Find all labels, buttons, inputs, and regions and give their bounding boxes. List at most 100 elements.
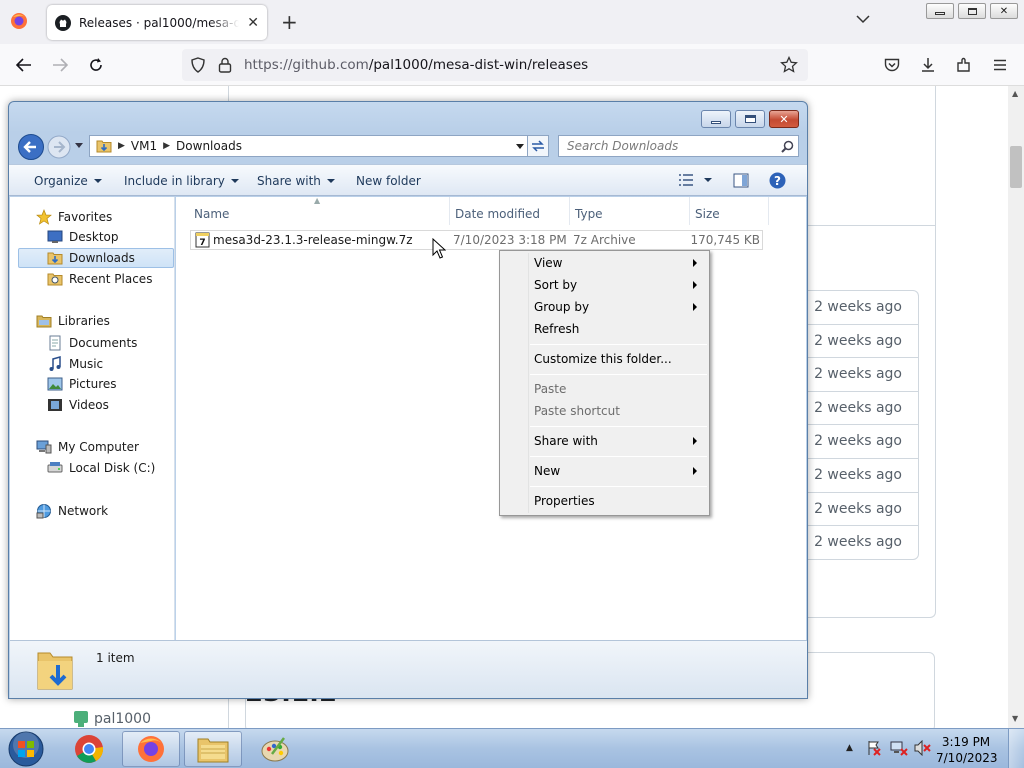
menu-sort-by[interactable]: Sort by bbox=[534, 278, 577, 292]
reload-icon[interactable] bbox=[84, 53, 108, 77]
downloads-icon[interactable] bbox=[916, 53, 940, 77]
page-scrollbar[interactable]: ▲ ▼ bbox=[1008, 86, 1024, 728]
search-icon[interactable] bbox=[781, 140, 794, 153]
nav-local-disk[interactable]: Local Disk (C:) bbox=[47, 461, 155, 475]
nav-recent-places[interactable]: Recent Places bbox=[47, 272, 152, 286]
restore-browser-button[interactable] bbox=[958, 3, 986, 19]
action-center-flag-icon[interactable] bbox=[866, 740, 882, 756]
refresh-button[interactable] bbox=[527, 135, 549, 157]
nav-network[interactable]: Network bbox=[36, 503, 108, 519]
address-dropdown-icon[interactable] bbox=[516, 144, 524, 149]
help-icon[interactable]: ? bbox=[769, 172, 786, 189]
tracking-shield-icon[interactable] bbox=[190, 57, 206, 73]
menu-share-with[interactable]: Share with bbox=[534, 434, 598, 448]
nav-pictures[interactable]: Pictures bbox=[47, 377, 117, 391]
new-tab-plus-icon[interactable]: + bbox=[281, 12, 298, 32]
list-tabs-chevron-icon[interactable] bbox=[856, 14, 870, 24]
menu-view-label: View bbox=[534, 256, 563, 270]
column-separator[interactable] bbox=[449, 197, 450, 225]
menu-view[interactable]: View bbox=[534, 256, 562, 270]
volume-muted-icon[interactable] bbox=[914, 740, 932, 756]
file-row[interactable]: 7 mesa3d-23.1.3-release-mingw.7z 7/10/20… bbox=[190, 230, 763, 250]
extensions-icon[interactable] bbox=[952, 53, 976, 77]
menu-properties[interactable]: Properties bbox=[534, 494, 595, 508]
taskbar-explorer[interactable] bbox=[184, 731, 242, 767]
back-arrow-icon[interactable] bbox=[17, 133, 45, 161]
desktop-icon bbox=[47, 230, 63, 244]
close-window-button[interactable]: ✕ bbox=[769, 110, 799, 128]
nav-libraries[interactable]: Libraries bbox=[36, 314, 110, 328]
network-status-icon[interactable] bbox=[890, 740, 908, 756]
start-orb-icon[interactable] bbox=[6, 730, 46, 768]
new-folder-button[interactable]: New folder bbox=[356, 174, 421, 188]
taskbar-chrome[interactable] bbox=[60, 731, 118, 767]
scroll-down-arrow-icon[interactable]: ▼ bbox=[1012, 714, 1018, 723]
search-input[interactable]: Search Downloads bbox=[558, 135, 799, 157]
tab-title: Releases · pal1000/mesa-dist-win bbox=[79, 15, 240, 30]
include-in-library-button[interactable]: Include in library bbox=[124, 174, 239, 188]
nav-pictures-label: Pictures bbox=[69, 377, 117, 391]
breadcrumb-downloads[interactable]: Downloads bbox=[176, 139, 242, 153]
pocket-icon[interactable] bbox=[880, 53, 904, 77]
show-hidden-icons-arrow-icon[interactable]: ▲ bbox=[846, 743, 853, 753]
share-with-button[interactable]: Share with bbox=[257, 174, 335, 188]
bookmark-star-icon[interactable] bbox=[780, 56, 798, 74]
column-header-date[interactable]: Date modified bbox=[455, 207, 540, 221]
organize-button[interactable]: Organize bbox=[34, 174, 102, 188]
column-header-name[interactable]: Name bbox=[194, 207, 229, 221]
nav-desktop[interactable]: Desktop bbox=[47, 230, 119, 244]
taskbar-paint[interactable] bbox=[246, 731, 304, 767]
github-favicon-icon bbox=[55, 14, 71, 31]
column-separator[interactable] bbox=[768, 197, 769, 225]
menu-hamburger-icon[interactable] bbox=[988, 53, 1012, 77]
url-bar[interactable]: https://github.com/pal1000/mesa-dist-win… bbox=[182, 49, 808, 81]
firefox-logo-icon[interactable] bbox=[10, 12, 28, 30]
column-separator[interactable] bbox=[689, 197, 690, 225]
taskbar-firefox[interactable] bbox=[122, 731, 180, 767]
new-folder-label: New folder bbox=[356, 174, 421, 188]
nav-my-computer[interactable]: My Computer bbox=[36, 440, 139, 454]
menu-group-by[interactable]: Group by bbox=[534, 300, 589, 314]
nav-music[interactable]: Music bbox=[47, 356, 103, 372]
archive-file-icon: 7 bbox=[195, 232, 210, 248]
nav-favorites[interactable]: Favorites bbox=[36, 209, 112, 225]
show-desktop-button[interactable] bbox=[1008, 729, 1024, 768]
preview-pane-icon[interactable] bbox=[733, 173, 749, 188]
breadcrumb-vm1[interactable]: VM1 bbox=[131, 139, 157, 153]
asset-row-time: 2 weeks ago bbox=[808, 358, 918, 392]
release-author[interactable]: pal1000 bbox=[72, 710, 151, 728]
close-tab-icon[interactable]: ✕ bbox=[247, 15, 259, 31]
column-separator[interactable] bbox=[569, 197, 570, 225]
address-bar[interactable]: ▶ VM1 ▶ Downloads bbox=[89, 135, 533, 157]
menu-new[interactable]: New bbox=[534, 464, 560, 478]
column-header-size[interactable]: Size bbox=[695, 207, 720, 221]
menu-customize-folder[interactable]: Customize this folder... bbox=[534, 352, 672, 366]
back-icon[interactable] bbox=[12, 53, 36, 77]
nav-videos[interactable]: Videos bbox=[47, 398, 109, 412]
url-text[interactable]: https://github.com/pal1000/mesa-dist-win… bbox=[244, 57, 588, 73]
system-clock[interactable]: 3:19 PM 7/10/2023 bbox=[936, 734, 998, 766]
lock-icon[interactable] bbox=[218, 57, 232, 73]
column-header-type[interactable]: Type bbox=[575, 207, 603, 221]
close-browser-button[interactable]: ✕ bbox=[990, 3, 1018, 19]
asset-row-time: 2 weeks ago bbox=[808, 425, 918, 459]
menu-refresh[interactable]: Refresh bbox=[534, 322, 579, 336]
scroll-up-arrow-icon[interactable]: ▲ bbox=[1012, 89, 1018, 98]
forward-arrow-icon[interactable] bbox=[47, 135, 71, 159]
maximize-window-button[interactable] bbox=[735, 110, 765, 128]
clock-time: 3:19 PM bbox=[941, 735, 991, 749]
breadcrumb-arrow-icon[interactable]: ▶ bbox=[118, 141, 125, 151]
breadcrumb-arrow-icon[interactable]: ▶ bbox=[163, 141, 170, 151]
asset-row-time: 2 weeks ago bbox=[808, 392, 918, 426]
nav-recent-label: Recent Places bbox=[69, 272, 153, 286]
nav-documents[interactable]: Documents bbox=[47, 335, 137, 351]
forward-icon[interactable] bbox=[48, 53, 72, 77]
tab-releases[interactable]: Releases · pal1000/mesa-dist-win ✕ bbox=[47, 5, 267, 40]
scrollbar-thumb[interactable] bbox=[1010, 146, 1022, 188]
minimize-browser-button[interactable] bbox=[926, 3, 954, 19]
minimize-window-button[interactable] bbox=[701, 110, 731, 128]
change-view-button[interactable] bbox=[678, 173, 712, 187]
nav-downloads[interactable]: Downloads bbox=[47, 251, 135, 265]
recent-pages-arrow-icon[interactable] bbox=[75, 143, 83, 148]
navigation-pane: Favorites Desktop Downloads Recent Place… bbox=[10, 197, 175, 640]
